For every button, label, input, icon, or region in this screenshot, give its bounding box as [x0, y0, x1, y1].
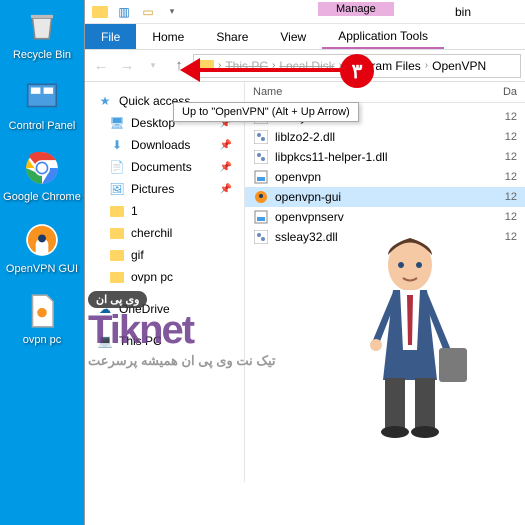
nav-forward-button[interactable]: →	[115, 54, 139, 78]
tab-file[interactable]: File	[85, 24, 136, 49]
file-list-header[interactable]: Name Da	[245, 82, 525, 103]
file-name: openvpn	[275, 170, 499, 184]
file-date: 12	[505, 131, 517, 143]
sidebar-item-label: 1	[131, 204, 138, 218]
nav-bar: ← → ▾ ↑ › This PC › Local Disk › Program…	[85, 50, 525, 82]
qat-properties-icon[interactable]: ▥	[113, 2, 135, 22]
tab-share[interactable]: Share	[200, 24, 264, 49]
folder-icon	[109, 203, 125, 219]
tab-application-tools[interactable]: Application Tools	[322, 24, 444, 49]
file-name: libpkcs11-helper-1.dll	[275, 150, 499, 164]
file-type-icon	[253, 229, 269, 245]
folder-icon[interactable]	[89, 2, 111, 22]
file-date: 12	[505, 191, 517, 203]
file-name: openvpn-gui	[275, 190, 499, 204]
desktop-icon-label: Recycle Bin	[13, 49, 71, 62]
desktop-icon: 🖥	[109, 115, 125, 131]
file-type-icon	[253, 209, 269, 225]
sidebar-item-label: Downloads	[131, 138, 190, 152]
sidebar-item-label: Desktop	[131, 116, 175, 130]
desktop-icon-label: Control Panel	[9, 120, 76, 133]
file-name: liblzo2-2.dll	[275, 130, 499, 144]
sidebar-item-label: cherchil	[131, 226, 172, 240]
nav-recent-dropdown[interactable]: ▾	[141, 54, 165, 78]
tab-view[interactable]: View	[264, 24, 322, 49]
watermark-subtitle: تیک نت وی پی ان همیشه پرسرعت	[88, 353, 276, 369]
star-icon: ★	[97, 93, 113, 109]
file-type-icon	[253, 169, 269, 185]
watermark-brand: Tiknet	[88, 308, 276, 353]
sidebar-item-folder[interactable]: cherchil	[89, 222, 240, 244]
file-type-icon	[253, 129, 269, 145]
desktop-icon-ovpn-file[interactable]: ovpn pc	[0, 290, 84, 347]
file-date: 12	[505, 231, 517, 243]
file-type-icon	[253, 149, 269, 165]
desktop-icon-control-panel[interactable]: Control Panel	[0, 76, 84, 133]
manage-contextual-tab[interactable]: Manage	[318, 2, 394, 16]
watermark-logo: وی پی ان Tiknet تیک نت وی پی ان همیشه پر…	[88, 290, 276, 369]
nav-back-button[interactable]: ←	[89, 54, 113, 78]
file-row[interactable]: openvpn-gui 12	[245, 187, 525, 207]
sidebar-item-label: ovpn pc	[131, 270, 173, 284]
desktop-icon-chrome[interactable]: Google Chrome	[0, 147, 84, 204]
annotation-arrow	[192, 68, 342, 72]
folder-icon	[109, 225, 125, 241]
column-date[interactable]: Da	[503, 86, 517, 98]
desktop-icon-label: Google Chrome	[3, 191, 81, 204]
sidebar-item-folder[interactable]: ovpn pc	[89, 266, 240, 288]
qat-dropdown-icon[interactable]: ▾	[161, 2, 183, 22]
file-date: 12	[505, 111, 517, 123]
documents-icon: 📄	[109, 159, 125, 175]
file-row[interactable]: liblzo2-2.dll 12	[245, 127, 525, 147]
qat-newfolder-icon[interactable]: ▭	[137, 2, 159, 22]
pin-icon: 📌	[220, 184, 232, 195]
character-illustration	[345, 220, 475, 440]
file-date: 12	[505, 171, 517, 183]
annotation-step-badge: ۳	[340, 54, 374, 88]
ribbon-tabs: File Home Share View Application Tools	[85, 24, 525, 50]
sidebar-item-label: Pictures	[131, 182, 174, 196]
breadcrumb[interactable]: OpenVPN	[432, 59, 486, 73]
file-type-icon	[253, 189, 269, 205]
desktop-icon-openvpn[interactable]: OpenVPN GUI	[0, 219, 84, 276]
file-row[interactable]: openvpn 12	[245, 167, 525, 187]
titlebar: ▥ ▭ ▾ Manage bin	[85, 0, 525, 24]
desktop-icon-label: OpenVPN GUI	[6, 263, 78, 276]
column-name[interactable]: Name	[253, 86, 503, 98]
desktop-area: Recycle Bin Control Panel Google Chrome …	[0, 0, 84, 525]
pin-icon: 📌	[220, 140, 232, 151]
sidebar-item-documents[interactable]: 📄 Documents 📌	[89, 156, 240, 178]
nav-sidebar: ★ Quick access 🖥 Desktop 📌 ⬇ Downloads 📌…	[85, 82, 245, 482]
openvpn-icon	[21, 219, 63, 261]
file-date: 12	[505, 151, 517, 163]
ovpn-file-icon	[21, 290, 63, 332]
folder-icon	[109, 269, 125, 285]
chevron-right-icon: ›	[425, 60, 428, 71]
control-panel-icon	[21, 76, 63, 118]
tab-home[interactable]: Home	[136, 24, 200, 49]
window-title: bin	[455, 5, 471, 19]
desktop-icon-recycle[interactable]: Recycle Bin	[0, 5, 84, 62]
sidebar-item-pictures[interactable]: 🖼 Pictures 📌	[89, 178, 240, 200]
sidebar-item-folder[interactable]: gif	[89, 244, 240, 266]
file-date: 12	[505, 211, 517, 223]
downloads-icon: ⬇	[109, 137, 125, 153]
recycle-bin-icon	[21, 5, 63, 47]
watermark-tag: وی پی ان	[88, 291, 147, 308]
pin-icon: 📌	[220, 162, 232, 173]
sidebar-item-label: gif	[131, 248, 144, 262]
pictures-icon: 🖼	[109, 181, 125, 197]
sidebar-item-label: Documents	[131, 160, 192, 174]
nav-up-tooltip: Up to "OpenVPN" (Alt + Up Arrow)	[173, 102, 359, 122]
desktop-icon-label: ovpn pc	[23, 334, 62, 347]
file-row[interactable]: libpkcs11-helper-1.dll 12	[245, 147, 525, 167]
folder-icon	[109, 247, 125, 263]
sidebar-item-folder[interactable]: 1	[89, 200, 240, 222]
sidebar-item-downloads[interactable]: ⬇ Downloads 📌	[89, 134, 240, 156]
chrome-icon	[21, 147, 63, 189]
